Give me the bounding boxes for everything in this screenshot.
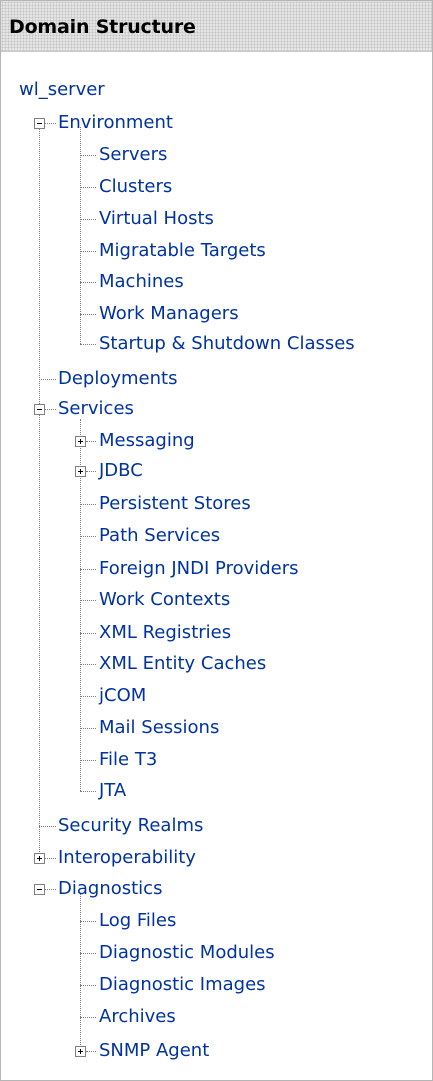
tree-item-persistent-stores[interactable]: Persistent Stores <box>99 493 251 515</box>
tree-item-messaging[interactable]: Messaging <box>99 430 195 452</box>
collapse-toggle-icon[interactable] <box>34 404 45 415</box>
tree-line <box>39 127 40 862</box>
tree-line <box>45 858 56 859</box>
tree-line <box>80 569 96 570</box>
expand-toggle-icon[interactable] <box>75 1046 86 1057</box>
collapse-toggle-icon[interactable] <box>34 118 45 129</box>
tree-line <box>80 314 96 315</box>
tree-line <box>86 1051 96 1052</box>
tree-item-virtual-hosts[interactable]: Virtual Hosts <box>99 208 214 230</box>
tree-line <box>45 889 56 890</box>
tree-line <box>80 187 96 188</box>
tree-item-diagnostic-modules[interactable]: Diagnostic Modules <box>99 942 275 964</box>
tree-item-services[interactable]: Services <box>58 398 134 420</box>
tree-line <box>80 127 81 344</box>
tree-line <box>80 282 96 283</box>
tree-item-diagnostic-images[interactable]: Diagnostic Images <box>99 974 266 996</box>
tree-item-file-t3[interactable]: File T3 <box>99 749 157 771</box>
tree-line <box>80 219 96 220</box>
tree-line <box>80 791 96 792</box>
tree-line <box>80 251 96 252</box>
tree-item-startup-shutdown-classes[interactable]: Startup & Shutdown Classes <box>99 333 355 355</box>
collapse-toggle-icon[interactable] <box>34 884 45 895</box>
domain-tree: wl_server Environment Servers Clusters V… <box>1 1 432 1080</box>
tree-line <box>80 893 81 1051</box>
tree-line <box>80 728 96 729</box>
tree-item-security-realms[interactable]: Security Realms <box>58 815 203 837</box>
tree-line <box>86 471 96 472</box>
tree-item-servers[interactable]: Servers <box>99 144 167 166</box>
tree-line <box>80 664 96 665</box>
tree-line <box>45 409 56 410</box>
tree-item-interoperability[interactable]: Interoperability <box>58 847 196 869</box>
tree-item-xml-entity-caches[interactable]: XML Entity Caches <box>99 653 266 675</box>
tree-line <box>39 379 56 380</box>
tree-item-work-contexts[interactable]: Work Contexts <box>99 589 230 611</box>
tree-line <box>80 921 96 922</box>
expand-toggle-icon[interactable] <box>34 853 45 864</box>
tree-item-work-managers[interactable]: Work Managers <box>99 303 239 325</box>
tree-item-mail-sessions[interactable]: Mail Sessions <box>99 717 219 739</box>
tree-item-snmp-agent[interactable]: SNMP Agent <box>99 1040 209 1062</box>
tree-item-clusters[interactable]: Clusters <box>99 176 172 198</box>
tree-item-jdbc[interactable]: JDBC <box>99 460 143 482</box>
tree-line <box>86 441 96 442</box>
tree-item-diagnostics[interactable]: Diagnostics <box>58 878 162 900</box>
tree-line <box>80 953 96 954</box>
tree-item-archives[interactable]: Archives <box>99 1006 176 1028</box>
tree-root-wl-server[interactable]: wl_server <box>19 79 105 101</box>
tree-line <box>80 155 96 156</box>
tree-item-migratable-targets[interactable]: Migratable Targets <box>99 240 266 262</box>
tree-item-foreign-jndi-providers[interactable]: Foreign JNDI Providers <box>99 558 299 580</box>
tree-line <box>80 1017 96 1018</box>
tree-line <box>45 123 56 124</box>
tree-line <box>80 504 96 505</box>
tree-item-jta[interactable]: JTA <box>99 780 126 802</box>
tree-item-log-files[interactable]: Log Files <box>99 910 176 932</box>
tree-line <box>80 760 96 761</box>
tree-line <box>80 536 96 537</box>
domain-structure-panel: Domain Structure wl_server Environment S… <box>0 0 433 1081</box>
tree-item-jcom[interactable]: jCOM <box>99 685 146 707</box>
tree-line <box>80 696 96 697</box>
tree-item-environment[interactable]: Environment <box>58 112 173 134</box>
tree-item-machines[interactable]: Machines <box>99 271 184 293</box>
tree-item-xml-registries[interactable]: XML Registries <box>99 622 231 644</box>
tree-line <box>80 633 96 634</box>
tree-line <box>39 826 56 827</box>
tree-line <box>80 600 96 601</box>
tree-item-path-services[interactable]: Path Services <box>99 525 220 547</box>
tree-line <box>80 985 96 986</box>
expand-toggle-icon[interactable] <box>75 466 86 477</box>
tree-item-deployments[interactable]: Deployments <box>58 368 177 390</box>
tree-line <box>80 344 96 345</box>
expand-toggle-icon[interactable] <box>75 436 86 447</box>
